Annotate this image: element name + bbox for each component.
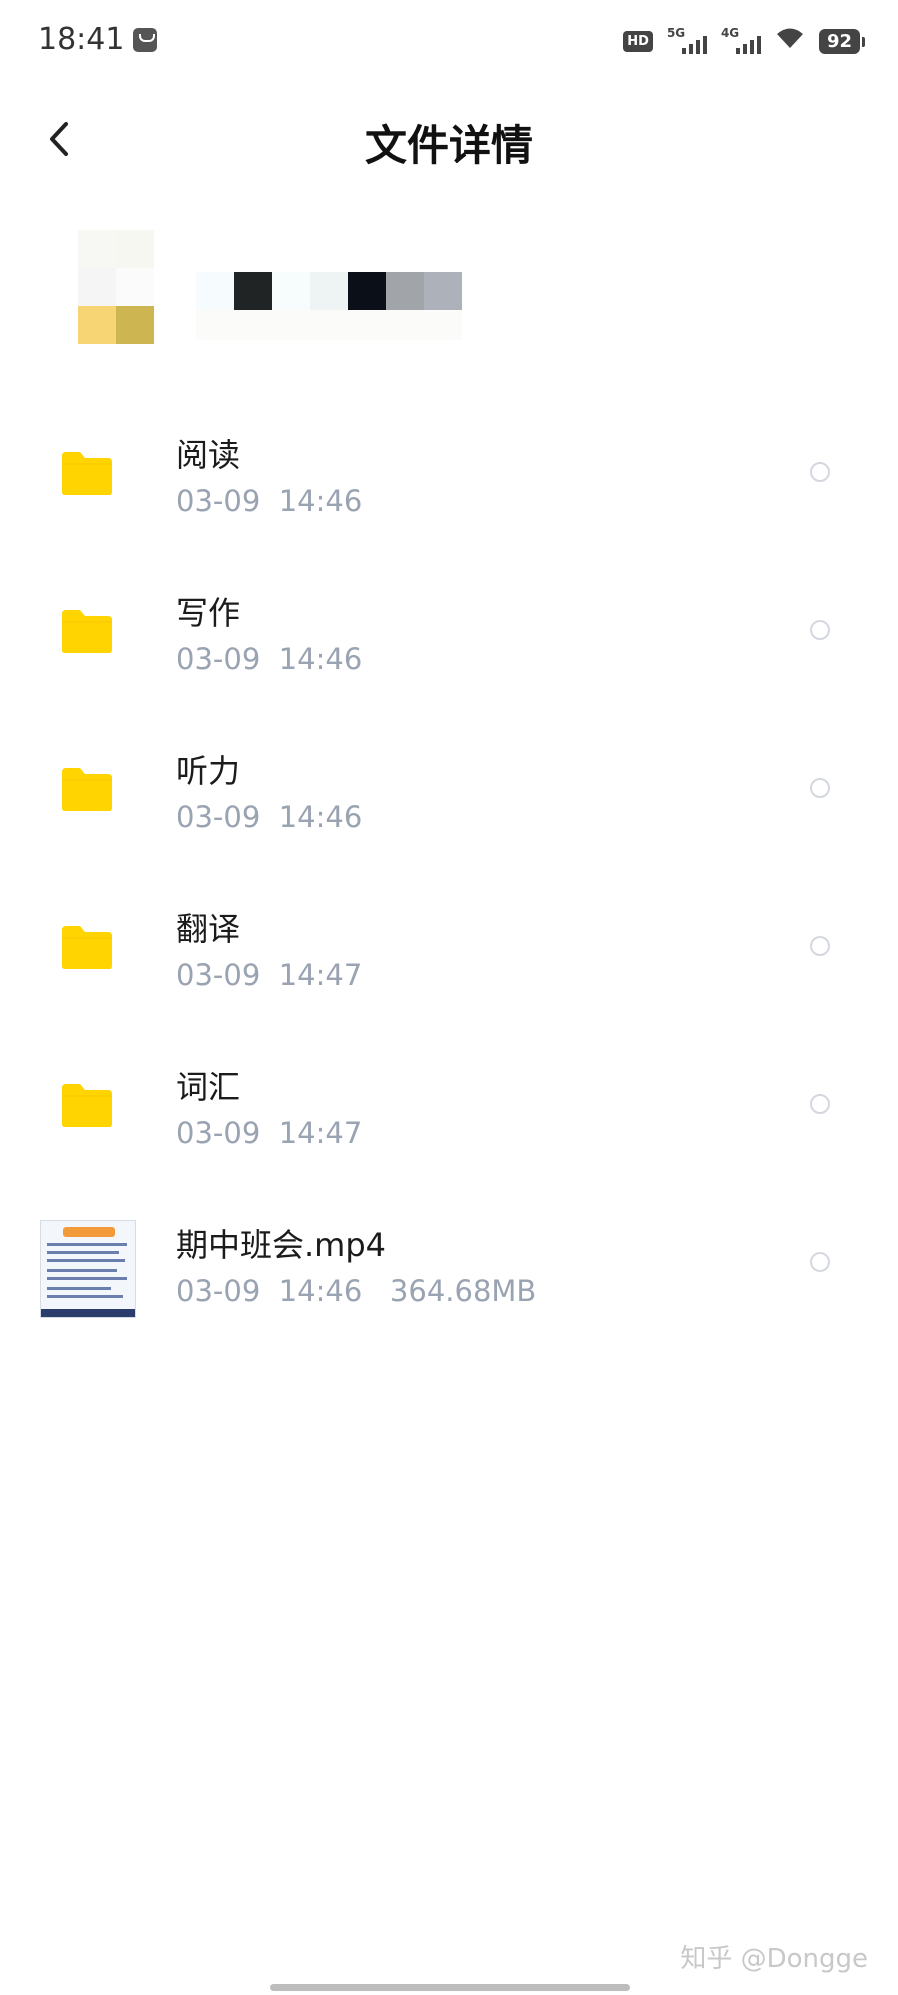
file-name: 词汇 <box>176 1068 241 1106</box>
signal-5g-icon: 5G <box>667 26 707 56</box>
select-radio[interactable] <box>810 1094 830 1114</box>
file-meta: 03-09 14:46 <box>176 642 363 676</box>
list-item[interactable]: 期中班会.mp4 03-09 14:46 364.68MB <box>0 1190 898 1348</box>
select-radio[interactable] <box>810 620 830 640</box>
file-name: 阅读 <box>176 436 241 474</box>
select-radio[interactable] <box>810 462 830 482</box>
status-bar: 18:41 HD 5G 4G 92 <box>0 0 898 90</box>
notification-icon <box>133 28 157 52</box>
select-radio[interactable] <box>810 778 830 798</box>
file-meta: 03-09 14:47 <box>176 958 363 992</box>
file-name: 期中班会.mp4 <box>176 1226 387 1264</box>
file-name: 写作 <box>176 594 241 632</box>
select-radio[interactable] <box>810 1252 830 1272</box>
select-radio[interactable] <box>810 936 830 956</box>
file-name: 听力 <box>176 752 241 790</box>
list-item[interactable]: 听力 03-09 14:46 <box>0 716 898 874</box>
folder-icon <box>62 768 112 811</box>
file-meta: 03-09 14:46 <box>176 484 363 518</box>
home-indicator[interactable] <box>270 1984 630 1991</box>
list-item[interactable]: 写作 03-09 14:46 <box>0 558 898 716</box>
file-meta: 03-09 14:46 <box>176 800 363 834</box>
battery-icon: 92 <box>818 28 866 54</box>
folder-icon <box>62 1084 112 1127</box>
page-title: 文件详情 <box>364 121 533 170</box>
file-meta: 03-09 14:47 <box>176 1116 363 1150</box>
video-thumbnail-icon <box>40 1220 136 1318</box>
file-name: 翻译 <box>176 910 241 948</box>
file-list: 阅读 03-09 14:46 写作 03-09 14:46 听力 03-09 1… <box>0 400 898 1348</box>
file-meta: 03-09 14:46 364.68MB <box>176 1274 537 1308</box>
list-item[interactable]: 词汇 03-09 14:47 <box>0 1032 898 1190</box>
folder-icon <box>62 452 112 495</box>
folder-icon <box>62 610 112 653</box>
status-indicators: HD 5G 4G 92 <box>623 26 866 56</box>
wifi-icon <box>775 26 805 56</box>
signal-4g-icon: 4G <box>721 26 761 56</box>
folder-icon <box>62 926 112 969</box>
status-time: 18:41 <box>38 22 125 57</box>
list-item[interactable]: 翻译 03-09 14:47 <box>0 874 898 1032</box>
hd-icon: HD <box>623 30 653 52</box>
list-item[interactable]: 阅读 03-09 14:46 <box>0 400 898 558</box>
header: 文件详情 <box>0 90 898 190</box>
watermark: 知乎 @Dongge <box>680 1944 868 1974</box>
